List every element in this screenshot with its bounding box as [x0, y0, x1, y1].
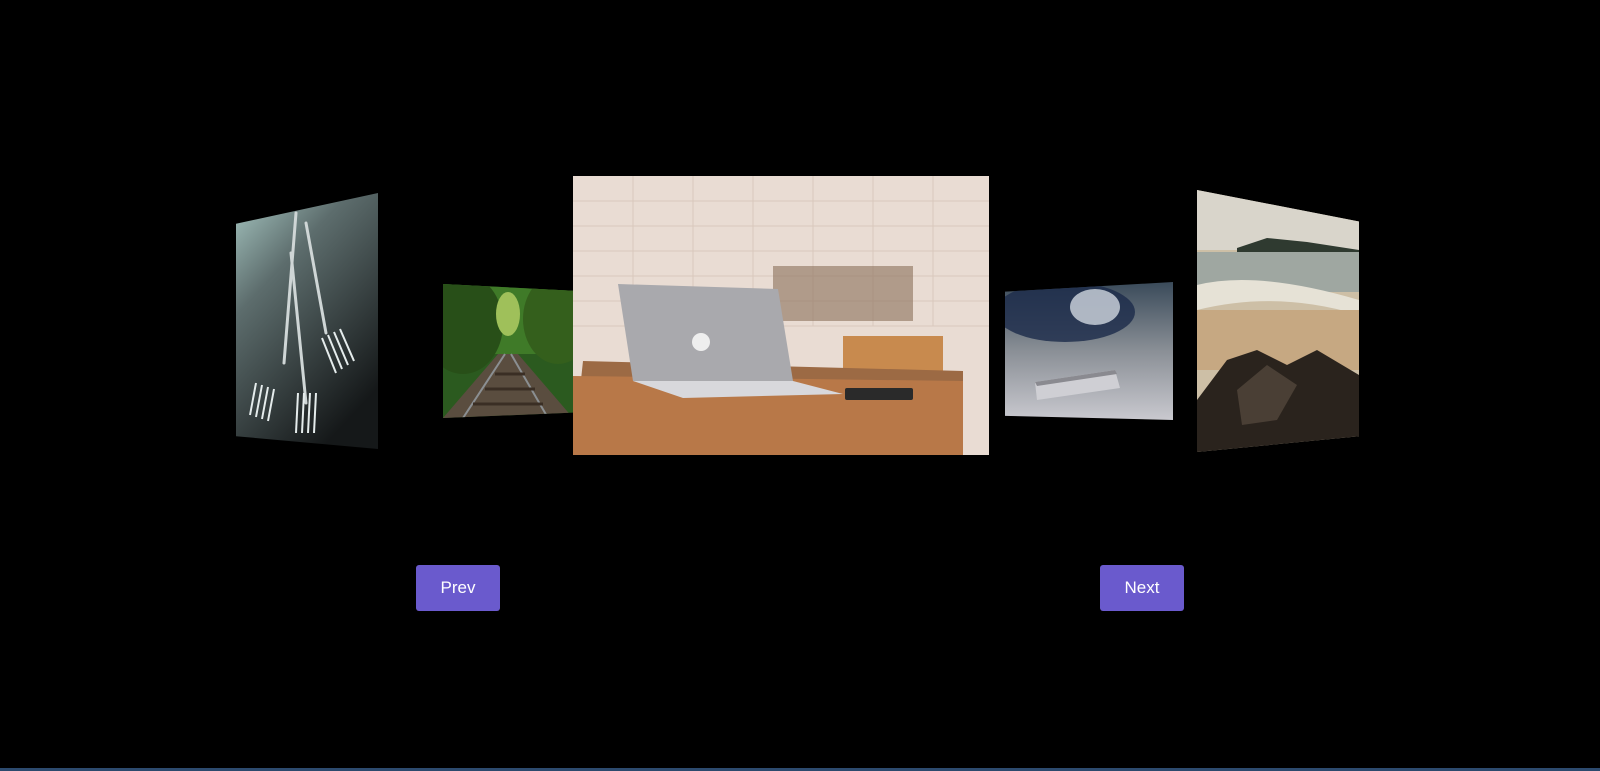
prev-button[interactable]: Prev	[416, 565, 500, 611]
slide-laptop[interactable]	[573, 176, 989, 455]
slide-smartphone[interactable]	[1005, 282, 1173, 420]
slide-forks[interactable]	[236, 193, 378, 449]
railway-image	[443, 284, 573, 418]
slide-beach[interactable]	[1197, 190, 1359, 452]
laptop-image	[573, 176, 989, 455]
next-button[interactable]: Next	[1100, 565, 1184, 611]
forks-image	[236, 193, 378, 449]
beach-image	[1197, 190, 1359, 452]
smartphone-image	[1005, 282, 1173, 420]
slide-railway[interactable]	[443, 284, 573, 418]
